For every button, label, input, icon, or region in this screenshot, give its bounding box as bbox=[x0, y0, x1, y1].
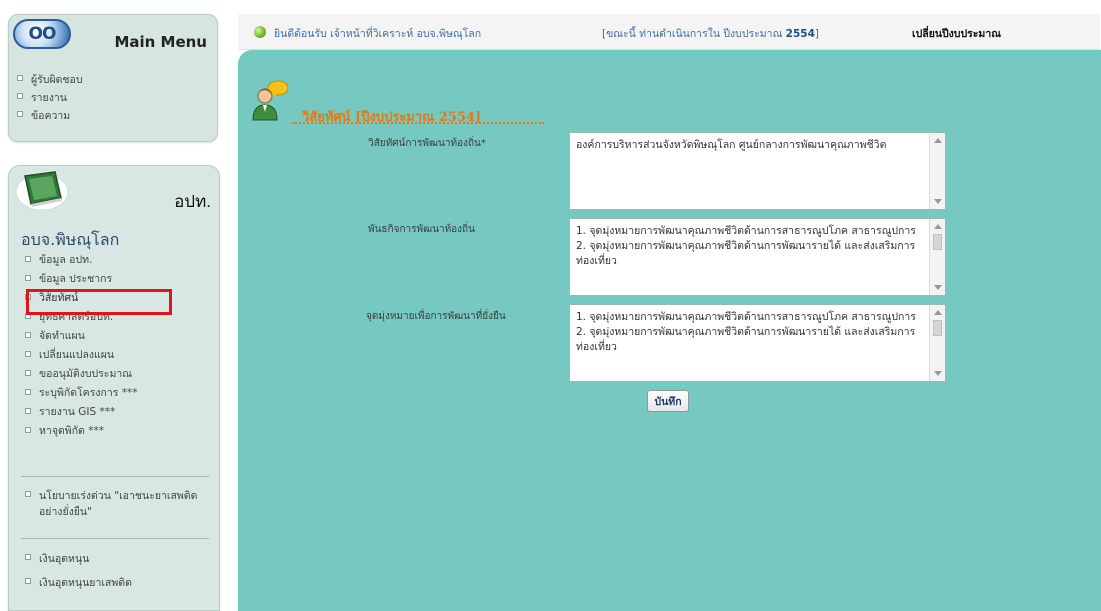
menu-item-messages[interactable]: ข้อความ bbox=[17, 107, 83, 125]
org-item-label: เปลี่ยนแปลงแผน bbox=[39, 349, 115, 361]
org-item-drug-policy[interactable]: นโยบายเร่งด่วน "เอาชนะยาเสพติดอย่างยั่งย… bbox=[25, 488, 215, 520]
goals-textarea[interactable]: 1. จุดมุ่งหมายการพัฒนาคุณภาพชีวิตด้านการ… bbox=[569, 304, 946, 382]
app-logo-text: OO bbox=[28, 24, 57, 44]
fund-list: เงินอุดหนุน เงินอุดหนุนยาเสพติด bbox=[25, 551, 215, 591]
user-speech-icon bbox=[252, 80, 289, 121]
change-fiscal-year-link[interactable]: เปลี่ยนปีงบประมาณ bbox=[912, 25, 1001, 42]
mission-label: พันธกิจการพัฒนาท้องถิ่น bbox=[368, 224, 475, 235]
main-content-panel: วิสัยทัศน์ [ปีงบประมาณ 2554] วิสัยทัศน์ก… bbox=[238, 50, 1101, 611]
bullet-icon bbox=[25, 312, 31, 319]
scroll-thumb[interactable] bbox=[933, 320, 942, 336]
divider bbox=[21, 538, 209, 539]
welcome-message: ยินดีต้อนรับ เจ้าหน้าที่วิเคราะห์ อบจ.พิ… bbox=[274, 28, 482, 40]
divider bbox=[21, 476, 209, 477]
org-item-population[interactable]: ข้อมูล ประชากร bbox=[25, 270, 215, 289]
bullet-icon bbox=[17, 75, 23, 81]
vision-textarea[interactable]: องค์การบริหารส่วนจังหวัดพิษณุโลก ศูนย์กล… bbox=[569, 132, 946, 210]
org-item-label: ข้อมูล อปท. bbox=[39, 254, 93, 266]
fiscal-year-suffix: ] bbox=[814, 28, 820, 40]
vision-label: วิสัยทัศน์การพัฒนาท้องถิ่น* bbox=[368, 138, 486, 149]
main-menu-title: Main Menu bbox=[114, 33, 207, 51]
menu-item-label: รายงาน bbox=[31, 92, 67, 104]
scroll-down-icon[interactable] bbox=[934, 199, 942, 204]
org-item-plan[interactable]: จัดทำแผน bbox=[25, 327, 215, 346]
book-icon bbox=[15, 171, 69, 211]
main-menu-panel: OO Main Menu ผู้รับผิดชอบ รายงาน ข้อความ bbox=[8, 14, 218, 142]
scroll-up-icon[interactable] bbox=[934, 138, 942, 143]
org-item-label: รายงาน GIS *** bbox=[39, 406, 116, 418]
main-menu-list: ผู้รับผิดชอบ รายงาน ข้อความ bbox=[17, 71, 83, 125]
policy-list: นโยบายเร่งด่วน "เอาชนะยาเสพติดอย่างยั่งย… bbox=[25, 488, 215, 520]
mission-textarea[interactable]: 1. จุดมุ่งหมายการพัฒนาคุณภาพชีวิตด้านการ… bbox=[569, 218, 946, 296]
vision-value: องค์การบริหารส่วนจังหวัดพิษณุโลก ศูนย์กล… bbox=[576, 139, 887, 151]
goals-value: 1. จุดมุ่งหมายการพัฒนาคุณภาพชีวิตด้านการ… bbox=[576, 311, 916, 353]
org-name: อบจ.พิษณุโลก bbox=[21, 230, 120, 249]
scroll-thumb[interactable] bbox=[933, 234, 942, 250]
menu-item-label: ผู้รับผิดชอบ bbox=[31, 74, 83, 86]
org-item-change-plan[interactable]: เปลี่ยนแปลงแผน bbox=[25, 346, 215, 365]
bullet-icon bbox=[25, 293, 31, 300]
bullet-icon bbox=[25, 578, 31, 584]
bullet-icon bbox=[25, 491, 31, 497]
app-logo: OO bbox=[13, 19, 71, 49]
org-item-budget-approval[interactable]: ขออนุมัติงบประมาณ bbox=[25, 365, 215, 384]
org-item-gis-report[interactable]: รายงาน GIS *** bbox=[25, 403, 215, 422]
org-item-label: เงินอุดหนุน bbox=[39, 553, 90, 565]
org-item-label: ยุทธศาสตร์อปท. bbox=[39, 311, 114, 323]
org-item-vision[interactable]: วิสัยทัศน์ bbox=[25, 289, 215, 308]
org-item-find-location[interactable]: หาจุดพิกัด *** bbox=[25, 422, 215, 441]
org-type-label: อปท. bbox=[174, 192, 211, 211]
mission-scrollbar[interactable] bbox=[929, 219, 945, 295]
org-item-label: ระบุพิกัดโครงการ *** bbox=[39, 387, 138, 399]
vision-scrollbar[interactable] bbox=[929, 133, 945, 209]
bullet-icon bbox=[25, 426, 31, 433]
goals-scrollbar[interactable] bbox=[929, 305, 945, 381]
org-item-label: วิสัยทัศน์ bbox=[39, 292, 79, 304]
org-item-project-location[interactable]: ระบุพิกัดโครงการ *** bbox=[25, 384, 215, 403]
org-item-label: ขออนุมัติงบประมาณ bbox=[39, 368, 133, 380]
fiscal-year-prefix: [ขณะนี้ ท่านดำเนินการใน ปีงบประมาณ bbox=[602, 28, 783, 40]
org-menu-list: ข้อมูล อปท. ข้อมูล ประชากร วิสัยทัศน์ ยุ… bbox=[25, 251, 215, 441]
bullet-icon bbox=[25, 554, 31, 560]
menu-item-label: ข้อความ bbox=[31, 110, 71, 122]
scroll-up-icon[interactable] bbox=[934, 310, 942, 315]
org-item-label: หาจุดพิกัด *** bbox=[39, 425, 104, 437]
title-divider bbox=[292, 122, 544, 124]
bullet-icon bbox=[25, 274, 31, 281]
welcome-bar: ยินดีต้อนรับ เจ้าหน้าที่วิเคราะห์ อบจ.พิ… bbox=[238, 14, 1100, 50]
org-item-info[interactable]: ข้อมูล อปท. bbox=[25, 251, 215, 270]
org-menu-panel: อปท. อบจ.พิษณุโลก ข้อมูล อปท. ข้อมูล ประ… bbox=[8, 165, 220, 611]
org-item-label: ข้อมูล ประชากร bbox=[39, 273, 113, 285]
bullet-icon bbox=[25, 369, 31, 376]
bullet-icon bbox=[17, 111, 23, 117]
save-button[interactable]: บันทึก bbox=[647, 390, 689, 412]
fiscal-year-value: 2554 bbox=[785, 28, 815, 40]
bullet-icon bbox=[25, 407, 31, 414]
bullet-icon bbox=[17, 93, 23, 99]
bullet-icon bbox=[25, 388, 31, 395]
org-item-label: นโยบายเร่งด่วน "เอาชนะยาเสพติดอย่างยั่งย… bbox=[39, 490, 198, 518]
menu-item-responsible[interactable]: ผู้รับผิดชอบ bbox=[17, 71, 83, 89]
status-dot-icon bbox=[254, 26, 266, 38]
bullet-icon bbox=[25, 350, 31, 357]
scroll-down-icon[interactable] bbox=[934, 371, 942, 376]
scroll-down-icon[interactable] bbox=[934, 285, 942, 290]
org-item-subsidy[interactable]: เงินอุดหนุน bbox=[25, 551, 215, 567]
org-item-label: เงินอุดหนุนยาเสพติด bbox=[39, 577, 132, 589]
fiscal-year-status: [ขณะนี้ ท่านดำเนินการใน ปีงบประมาณ 2554] bbox=[602, 25, 819, 42]
mission-value: 1. จุดมุ่งหมายการพัฒนาคุณภาพชีวิตด้านการ… bbox=[576, 225, 916, 267]
bullet-icon bbox=[25, 331, 31, 338]
bullet-icon bbox=[25, 255, 31, 262]
menu-item-report[interactable]: รายงาน bbox=[17, 89, 83, 107]
org-item-drug-subsidy[interactable]: เงินอุดหนุนยาเสพติด bbox=[25, 575, 215, 591]
org-item-strategy[interactable]: ยุทธศาสตร์อปท. bbox=[25, 308, 215, 327]
scroll-up-icon[interactable] bbox=[934, 224, 942, 229]
goals-label: จุดมุ่งหมายเพื่อการพัฒนาที่ยั่งยืน bbox=[366, 311, 506, 322]
org-item-label: จัดทำแผน bbox=[39, 330, 85, 342]
